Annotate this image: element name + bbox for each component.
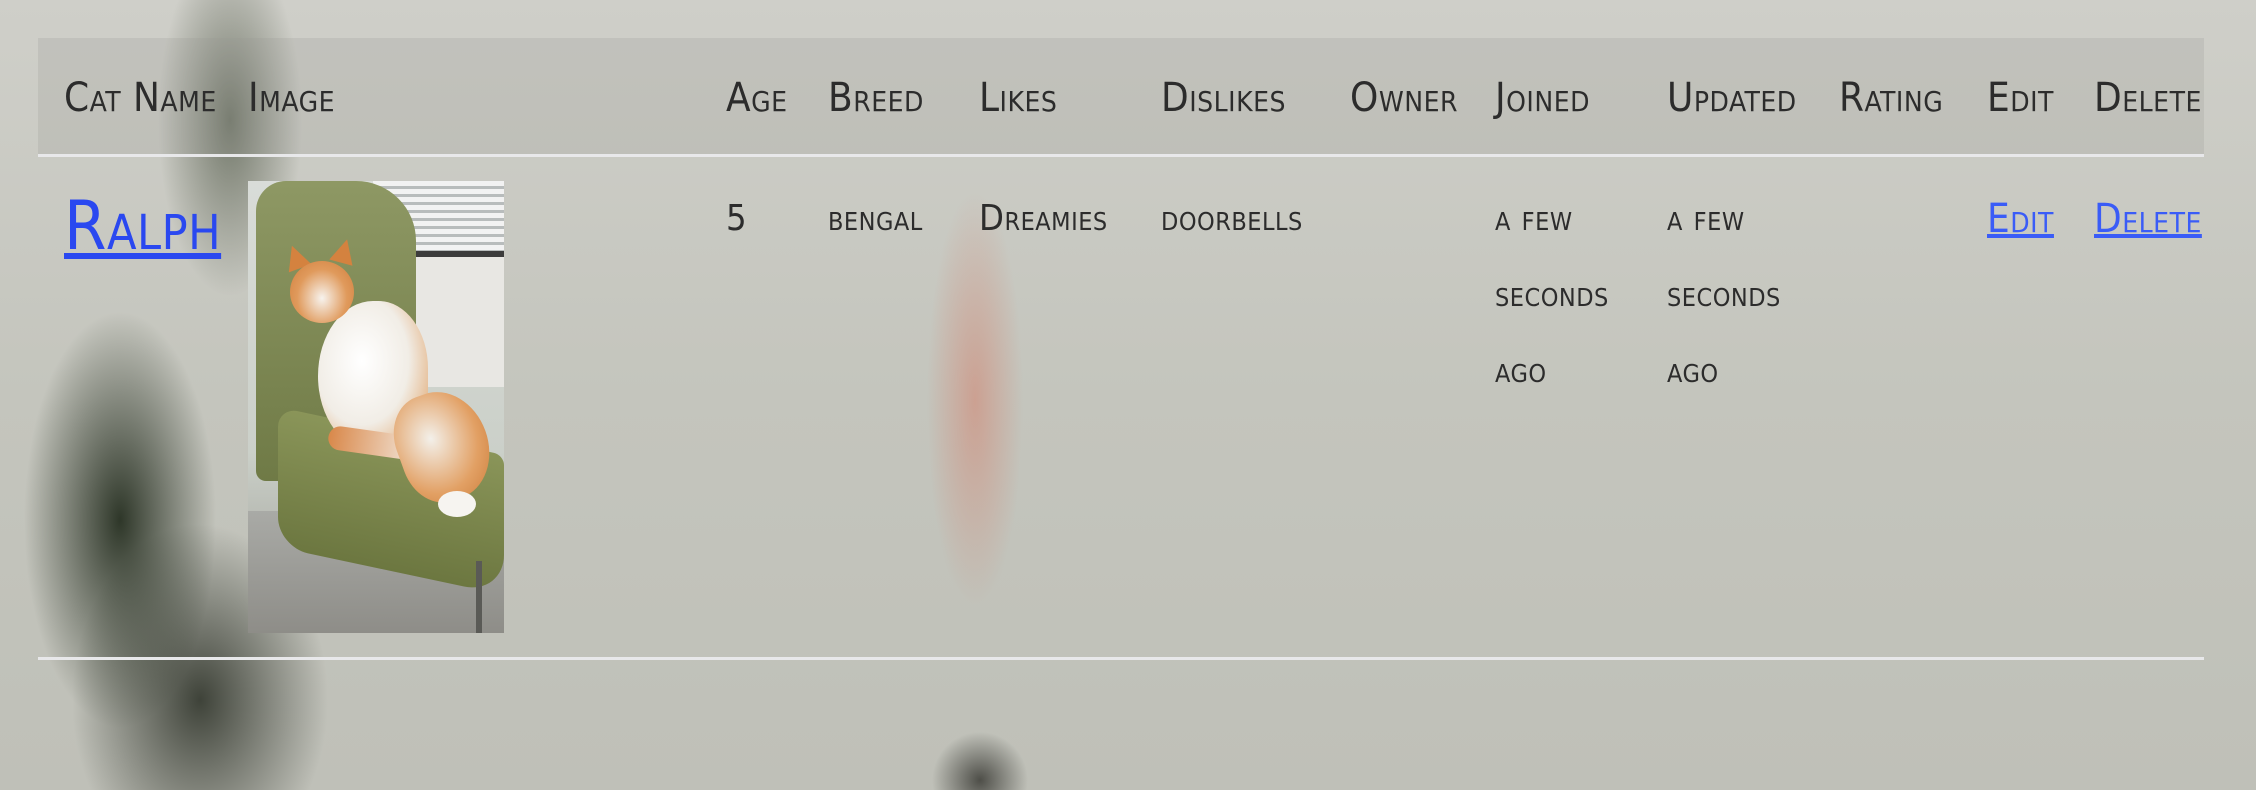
- header-image: Image: [248, 75, 336, 121]
- header-owner: Owner: [1350, 75, 1458, 121]
- cats-table: Cat Name Image Age Breed Likes Dislikes …: [38, 38, 2204, 660]
- photo-cat-head: [290, 261, 354, 323]
- header-rating: Rating: [1839, 75, 1944, 121]
- cell-image: [222, 156, 700, 659]
- photo-cat-paw: [438, 491, 476, 517]
- cat-photo: [248, 181, 504, 633]
- cell-delete: Delete: [2068, 156, 2204, 659]
- header-delete: Delete: [2094, 75, 2202, 121]
- cat-name-link[interactable]: Ralph: [64, 187, 221, 267]
- delete-link[interactable]: Delete: [2094, 196, 2202, 242]
- edit-link[interactable]: Edit: [1987, 196, 2054, 242]
- cats-table-container: Cat Name Image Age Breed Likes Dislikes …: [38, 38, 2204, 660]
- header-cat-name: Cat Name: [64, 75, 217, 121]
- cell-cat-name: Ralph: [38, 156, 222, 659]
- header-breed: Breed: [828, 75, 924, 121]
- cell-owner: [1324, 156, 1469, 659]
- header-row: Cat Name Image Age Breed Likes Dislikes …: [38, 38, 2204, 156]
- photo-chair-leg: [476, 561, 482, 633]
- header-updated: Updated: [1667, 75, 1797, 121]
- cell-dislikes: doorbells: [1161, 198, 1303, 239]
- cell-edit: Edit: [1961, 156, 2068, 659]
- table-header: Cat Name Image Age Breed Likes Dislikes …: [38, 38, 2204, 156]
- header-joined: Joined: [1495, 75, 1591, 121]
- header-edit: Edit: [1987, 75, 2054, 121]
- cell-age: 5: [726, 198, 748, 239]
- cell-rating: [1813, 156, 1961, 659]
- header-likes: Likes: [979, 75, 1058, 121]
- header-age: Age: [726, 75, 788, 121]
- table-row: Ralph 5 bengal Dreamies doorbells a few …: [38, 156, 2204, 659]
- table-body: Ralph 5 bengal Dreamies doorbells a few …: [38, 156, 2204, 659]
- cell-breed: bengal: [828, 198, 923, 239]
- cell-updated: a few seconds ago: [1667, 198, 1781, 391]
- header-dislikes: Dislikes: [1161, 75, 1287, 121]
- cell-likes: Dreamies: [979, 198, 1108, 239]
- cell-joined: a few seconds ago: [1495, 198, 1609, 391]
